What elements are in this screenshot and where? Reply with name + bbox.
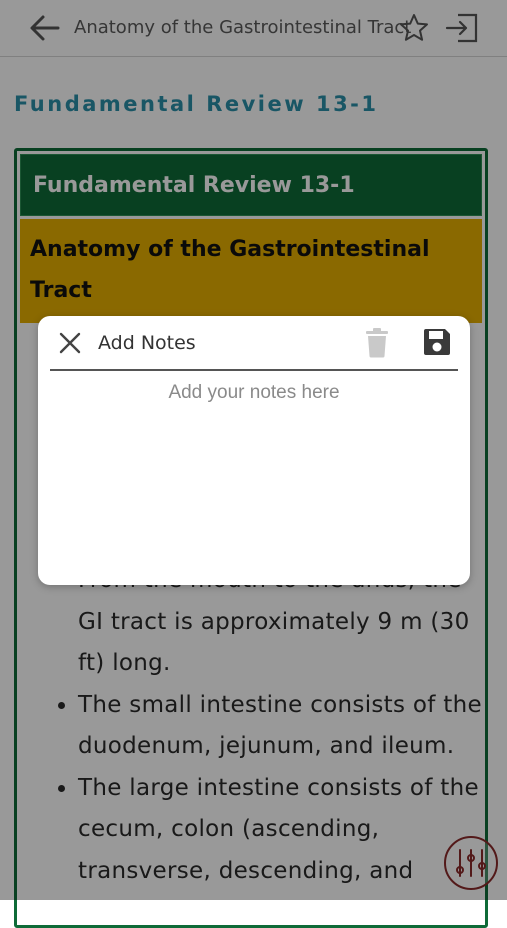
trash-icon[interactable]: [364, 328, 390, 358]
notes-input[interactable]: [50, 374, 458, 570]
close-icon[interactable]: [58, 331, 82, 355]
dialog-divider: [50, 369, 458, 371]
save-icon[interactable]: [421, 326, 453, 358]
dialog-title: Add Notes: [98, 332, 196, 354]
add-notes-dialog: Add Notes: [38, 316, 470, 585]
